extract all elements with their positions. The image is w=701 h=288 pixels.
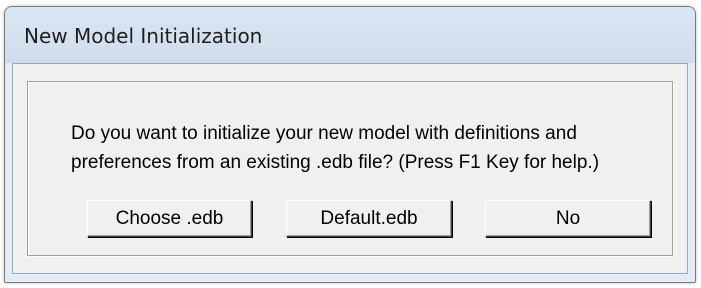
- default-edb-button[interactable]: Default.edb: [286, 200, 452, 237]
- dialog-client-area: Do you want to initialize your new model…: [12, 63, 688, 274]
- title-bar[interactable]: New Model Initialization: [5, 7, 695, 63]
- dialog-window: New Model Initialization Do you want to …: [4, 6, 696, 283]
- choose-edb-button[interactable]: Choose .edb: [87, 200, 252, 237]
- window-title: New Model Initialization: [24, 24, 263, 48]
- prompt-message-line-1: Do you want to initialize your new model…: [71, 123, 577, 144]
- no-button[interactable]: No: [485, 200, 651, 237]
- options-group-box: Do you want to initialize your new model…: [27, 81, 673, 256]
- prompt-message-line-2: preferences from an existing .edb file? …: [71, 152, 600, 173]
- prompt-message: Do you want to initialize your new model…: [71, 119, 661, 177]
